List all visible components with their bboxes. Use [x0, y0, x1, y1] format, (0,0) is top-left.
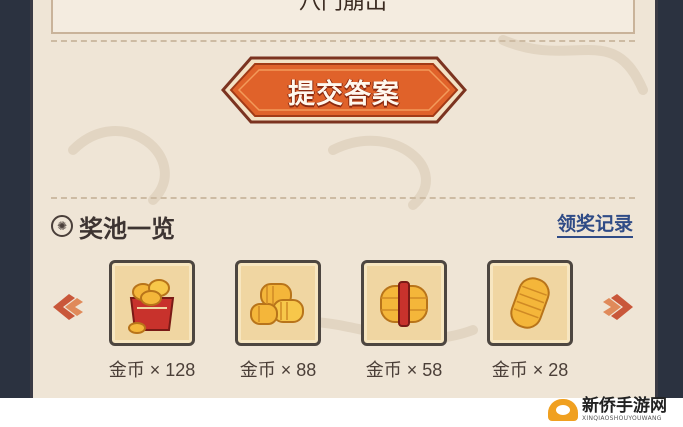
prize-records-link[interactable]: 领奖记录 [556, 212, 633, 238]
swirl-emblem-icon: ✺ [51, 215, 73, 237]
reward-item[interactable]: 金币 × 58 [359, 260, 449, 382]
chevron-left-icon[interactable] [47, 290, 89, 324]
prize-pool-title: 奖池一览 [79, 214, 175, 243]
divider-top [51, 40, 635, 42]
reward-item[interactable]: 金币 × 88 [233, 260, 323, 382]
chevron-right-icon[interactable] [597, 290, 639, 324]
reward-item[interactable]: 金币 × 128 [107, 260, 197, 382]
submit-button-label: 提交答案 [288, 79, 400, 110]
reward-label: 金币 × 128 [108, 360, 196, 380]
divider-middle [51, 197, 635, 199]
reward-item[interactable]: 金币 × 28 [485, 260, 575, 382]
site-logo-icon [548, 398, 578, 421]
reward-label: 金币 × 88 [239, 360, 317, 380]
watermark-subtitle: XINQIAOSHOUYOUWANG [582, 415, 662, 422]
coin-box-icon[interactable] [109, 260, 195, 346]
reward-label: 金币 × 58 [365, 360, 443, 380]
submit-answer-button[interactable]: 提交答案 [221, 56, 467, 124]
reward-label: 金币 × 28 [491, 360, 569, 380]
answer-box: 八门崩出 [51, 0, 635, 34]
coin-bundle-icon[interactable] [361, 260, 447, 346]
coin-roll-icon[interactable] [487, 260, 573, 346]
answer-text: 八门崩出 [298, 0, 387, 15]
watermark: 新侨手游网 XINQIAOSHOUYOUWANG [548, 397, 667, 422]
prize-pool-header: ✺ 奖池一览 [51, 208, 175, 244]
watermark-name: 新侨手游网 [582, 396, 667, 416]
quiz-panel: 八门崩出 提交答案 ✺ 奖池一览 领奖记录 金币 × 128 金币 × 88 金… [30, 0, 658, 427]
coin-stacks-icon[interactable] [235, 260, 321, 346]
